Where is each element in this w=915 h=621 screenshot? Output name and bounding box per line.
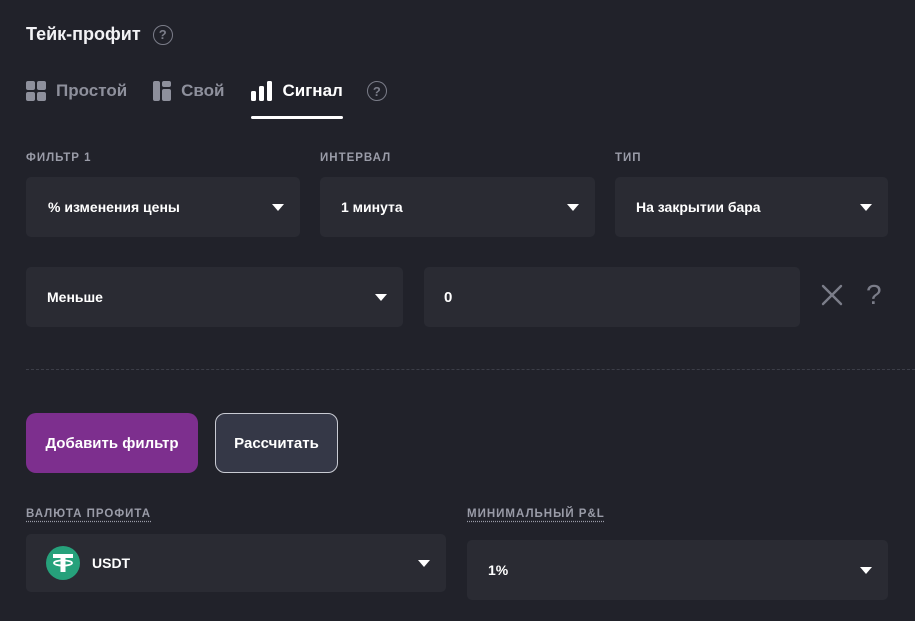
close-icon[interactable]: [820, 278, 844, 312]
tab-custom[interactable]: Свой: [153, 74, 225, 108]
currency-value: USDT: [92, 555, 131, 571]
type-select-value: На закрытии бара: [636, 199, 761, 215]
tab-label: Свой: [181, 81, 225, 100]
question-icon[interactable]: ?: [866, 278, 882, 312]
bar-chart-icon: [250, 81, 273, 101]
caret-down-icon: [375, 294, 387, 301]
caret-down-icon: [567, 204, 579, 211]
min-pnl-value: 1%: [488, 562, 509, 578]
caret-down-icon: [418, 560, 430, 567]
profit-currency-label: ВАЛЮТА ПРОФИТА: [26, 508, 152, 520]
layout-icon: [153, 81, 172, 101]
add-filter-button[interactable]: Добавить фильтр: [26, 413, 198, 473]
tab-label: Сигнал: [282, 81, 343, 100]
grid-icon: [26, 81, 46, 101]
help-icon[interactable]: ?: [366, 81, 387, 101]
tab-signal[interactable]: Сигнал: [250, 74, 344, 119]
threshold-input[interactable]: [424, 267, 800, 327]
type-label: ТИП: [615, 152, 642, 164]
filter-label: ФИЛЬТР 1: [26, 152, 92, 164]
profit-currency-select[interactable]: USDT: [26, 534, 446, 592]
calculate-button[interactable]: Рассчитать: [215, 413, 338, 473]
filter-select-value: % изменения цены: [48, 199, 180, 215]
interval-select[interactable]: 1 минута: [320, 177, 595, 237]
interval-select-value: 1 минута: [341, 199, 403, 215]
type-select[interactable]: На закрытии бара: [615, 177, 888, 237]
interval-label: ИНТЕРВАЛ: [320, 152, 392, 164]
help-icon[interactable]: ?: [152, 24, 173, 45]
comparison-select-value: Меньше: [47, 289, 103, 305]
title-row: Тейк-профит ?: [26, 24, 173, 45]
strategy-tabs: Простой Свой Сигнал ?: [26, 74, 387, 120]
section-divider: [26, 369, 915, 370]
take-profit-panel: Тейк-профит ? Простой Свой Сигнал ? ФИЛЬ…: [0, 0, 915, 621]
filter-select[interactable]: % изменения цены: [26, 177, 300, 237]
tab-simple[interactable]: Простой: [26, 74, 127, 108]
page-title: Тейк-профит: [26, 24, 141, 44]
tab-label: Простой: [56, 81, 128, 100]
min-pnl-select[interactable]: 1%: [467, 540, 888, 600]
caret-down-icon: [860, 567, 872, 574]
caret-down-icon: [860, 204, 872, 211]
comparison-select[interactable]: Меньше: [26, 267, 403, 327]
caret-down-icon: [272, 204, 284, 211]
min-pnl-label: МИНИМАЛЬНЫЙ P&L: [467, 508, 605, 520]
tether-icon: [46, 546, 80, 580]
